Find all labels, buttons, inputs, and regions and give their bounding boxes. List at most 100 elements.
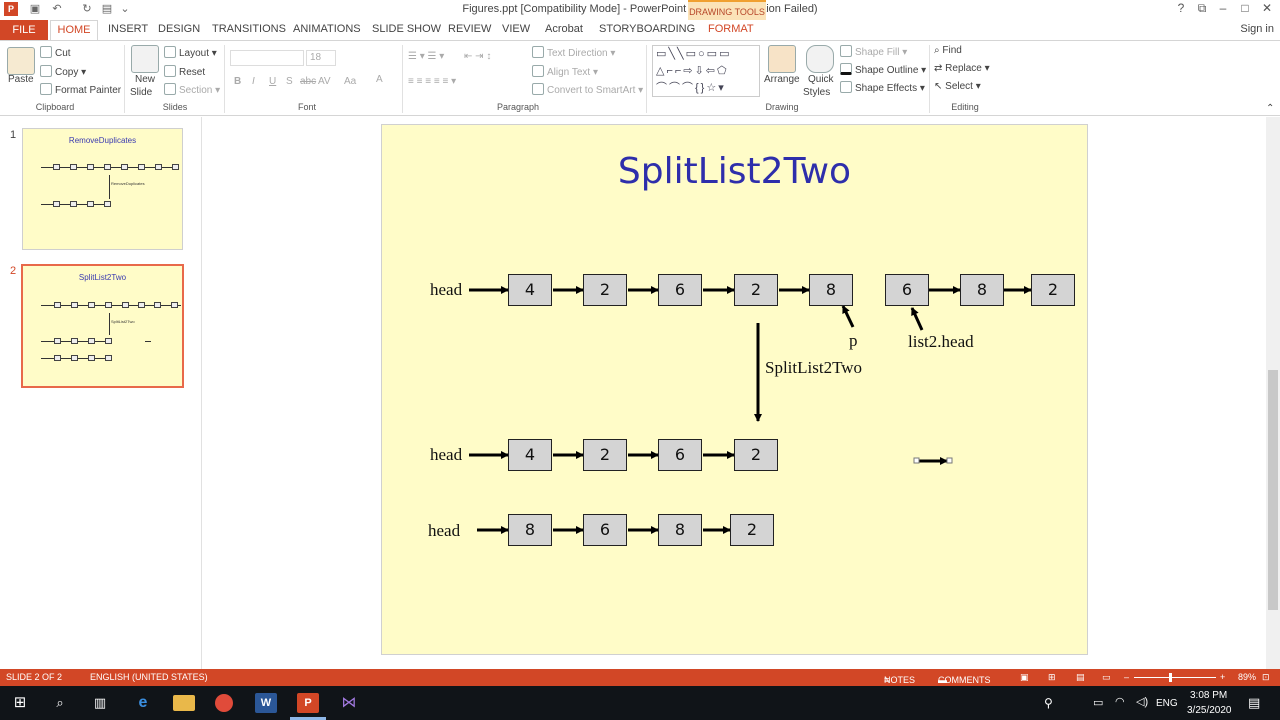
file-explorer-icon[interactable] [173,695,195,711]
tab-view[interactable]: VIEW [502,23,530,35]
tab-review[interactable]: REVIEW [448,23,491,35]
tab-file[interactable]: FILE [0,20,48,40]
bold-button[interactable]: B [234,76,241,87]
list-node[interactable]: 6 [658,439,702,471]
shadow-button[interactable]: S [286,76,293,87]
list-node[interactable]: 8 [960,274,1004,306]
input-language[interactable]: ENG [1156,698,1178,709]
reset-button[interactable]: Reset [164,65,205,78]
ribbon-display-options-button[interactable]: ⧉ [1191,1,1213,16]
list-node[interactable]: 4 [508,274,552,306]
list-node[interactable]: 6 [658,274,702,306]
format-painter-button[interactable]: Format Painter [40,83,121,96]
find-button[interactable]: ⌕ Find [934,45,962,56]
search-icon[interactable]: ⌕ [49,693,71,713]
zoom-in-button[interactable]: + [1220,672,1225,682]
font-name-box[interactable] [230,50,304,66]
quick-styles-button[interactable]: Quick [808,74,834,85]
reading-view-icon[interactable]: ▤ [1076,672,1085,683]
p-label[interactable]: p [849,331,858,351]
underline-button[interactable]: U [269,76,276,87]
quick-styles-button-line2[interactable]: Styles [803,87,830,98]
tab-format[interactable]: FORMAT [708,23,754,35]
word-icon[interactable]: W [255,693,277,713]
new-slide-button-line2[interactable]: Slide [130,87,152,98]
tab-slide-show[interactable]: SLIDE SHOW [372,23,441,35]
list2-head-label[interactable]: list2.head [908,332,974,352]
tab-storyboarding[interactable]: STORYBOARDING [599,23,695,35]
battery-icon[interactable]: ▭ [1093,696,1103,709]
slide-canvas[interactable]: SplitList2Two head 4 2 6 2 8 6 8 2 p lis… [381,124,1088,655]
zoom-out-button[interactable]: – [1124,672,1129,682]
quick-styles-icon[interactable] [806,45,834,73]
edge-browser-icon[interactable]: e [132,693,154,713]
language-indicator[interactable]: ENGLISH (UNITED STATES) [90,672,208,682]
copy-button[interactable]: Copy ▾ [40,65,86,78]
change-case-button[interactable]: Aa [344,76,356,87]
volume-icon[interactable]: ◁) [1136,695,1148,708]
notification-icon[interactable]: ▤ [1248,695,1260,711]
arrange-button[interactable]: Arrange [764,74,800,85]
list-node[interactable]: 8 [508,514,552,546]
close-button[interactable]: ✕ [1256,1,1278,15]
people-icon[interactable]: ⚲ [1044,696,1053,710]
tab-transitions[interactable]: TRANSITIONS [212,23,286,35]
list-node[interactable]: 4 [508,439,552,471]
zoom-level[interactable]: 89% [1238,672,1256,682]
convert-smartart-button[interactable]: Convert to SmartArt ▾ [532,83,643,96]
head-label[interactable]: head [428,521,460,541]
help-button[interactable]: ? [1170,1,1192,15]
windows-start-icon[interactable]: ⊞ [9,693,31,713]
paste-icon[interactable] [7,47,35,75]
list-node[interactable]: 2 [1031,274,1075,306]
visual-studio-icon[interactable]: ⋈ [338,693,360,713]
shape-effects-button[interactable]: Shape Effects ▾ [840,81,925,94]
italic-button[interactable]: I [252,76,255,87]
slide-sorter-icon[interactable]: ⊞ [1048,672,1056,683]
slide-thumbnail-2[interactable]: SplitList2Two SplitList2Two [21,264,184,388]
character-spacing-button[interactable]: AV [318,76,331,87]
select-button[interactable]: ↖ Select ▾ [934,81,981,92]
strikethrough-button[interactable]: abc [300,76,316,87]
section-button[interactable]: Section ▾ [164,83,220,96]
paste-button[interactable]: Paste [8,74,34,85]
list-node[interactable]: 2 [583,439,627,471]
list-node[interactable]: 2 [730,514,774,546]
fit-to-window-icon[interactable]: ⊡ [1262,672,1270,683]
align-text-button[interactable]: Align Text ▾ [532,65,598,78]
sign-in-link[interactable]: Sign in [1240,23,1274,35]
cut-button[interactable]: Cut [40,46,71,59]
tab-design[interactable]: DESIGN [158,23,200,35]
list-node[interactable]: 2 [734,439,778,471]
list-node[interactable]: 6 [583,514,627,546]
shape-outline-button[interactable]: Shape Outline ▾ [840,63,926,76]
normal-view-icon[interactable]: ▣ [1020,672,1029,683]
wifi-icon[interactable]: ◠ [1115,695,1125,708]
arrange-icon[interactable] [768,45,796,73]
shapes-gallery[interactable]: ▭╲╲▭○▭▭ △⌐⌐⇨⇩⇦⬠ ⌒⌒⌒{}☆▾ [652,45,760,97]
zoom-slider-thumb[interactable] [1169,673,1172,682]
align-icons[interactable]: ≡ ≡ ≡ ≡ ≡ ▾ [408,76,456,87]
bullets-icon[interactable]: ☰ ▾ ☰ ▾ [408,51,444,62]
split-label[interactable]: SplitList2Two [765,358,862,378]
tab-animations[interactable]: ANIMATIONS [293,23,361,35]
font-size-box[interactable]: 18 [306,50,336,66]
shape-fill-button[interactable]: Shape Fill ▾ [840,45,907,58]
head-label[interactable]: head [430,445,462,465]
chrome-icon[interactable] [215,694,233,712]
indent-icons[interactable]: ⇤ ⇥ ↕ [464,51,491,62]
replace-button[interactable]: ⇄ Replace ▾ [934,63,990,74]
font-color-button[interactable]: A [376,74,383,85]
zoom-slider[interactable] [1134,677,1216,678]
powerpoint-taskbar-icon[interactable]: P [297,693,319,713]
slideshow-view-icon[interactable]: ▭ [1102,672,1111,683]
collapse-ribbon-icon[interactable]: ⌃ [1266,103,1274,114]
list-node[interactable]: 6 [885,274,929,306]
minimize-button[interactable]: – [1212,1,1234,15]
new-slide-button[interactable]: New [135,74,155,85]
clock-time[interactable]: 3:08 PM [1190,690,1227,701]
maximize-button[interactable]: □ [1234,1,1256,15]
list-node[interactable]: 2 [734,274,778,306]
tab-insert[interactable]: INSERT [108,23,148,35]
list-node[interactable]: 2 [583,274,627,306]
